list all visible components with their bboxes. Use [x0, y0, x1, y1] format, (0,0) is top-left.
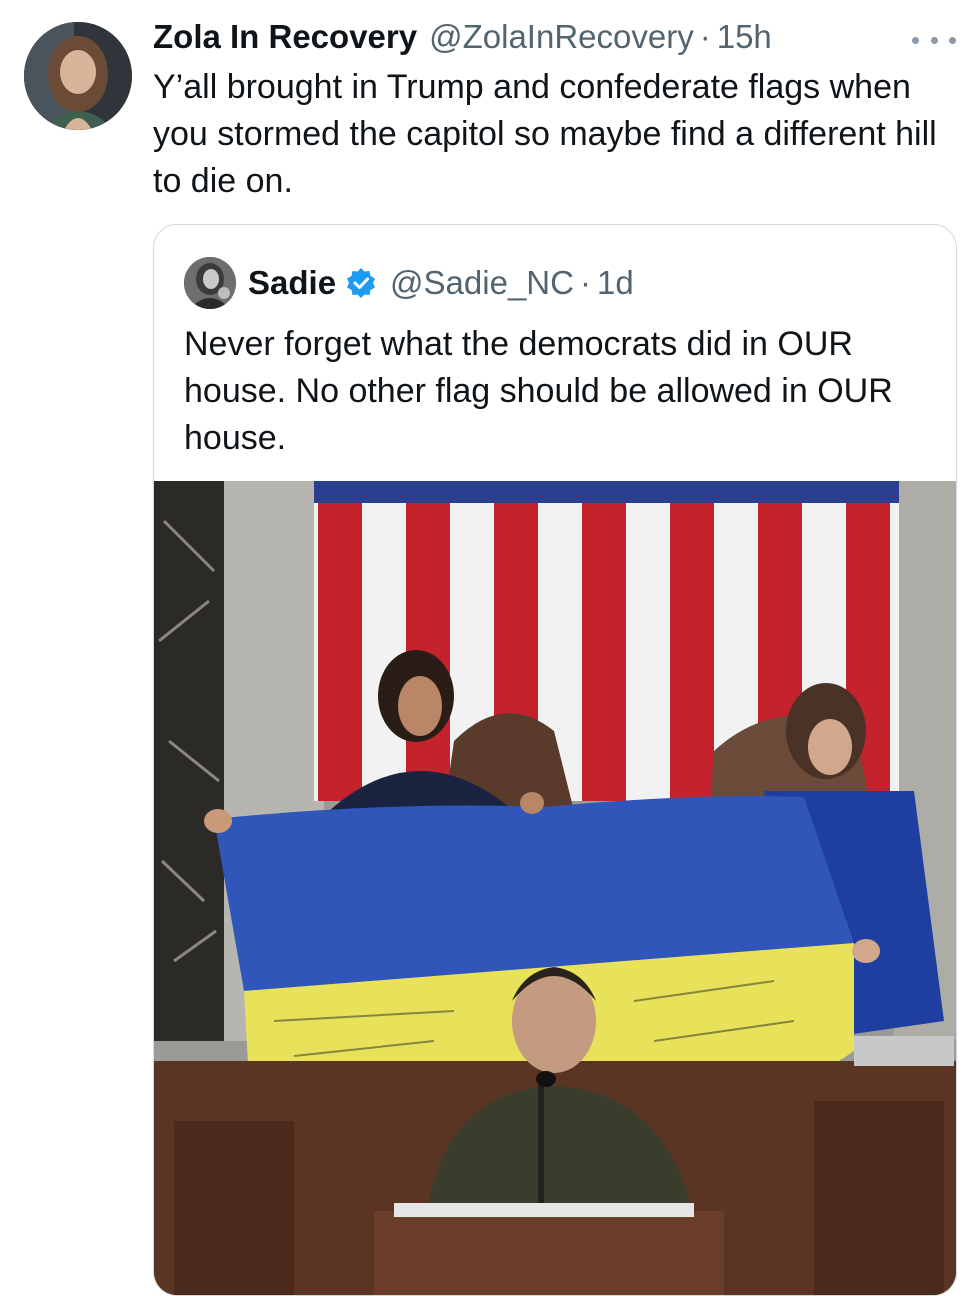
quoted-tweet-timestamp[interactable]: 1d: [597, 264, 634, 302]
author-handle[interactable]: @ZolaInRecovery: [429, 18, 694, 56]
quoted-author-avatar[interactable]: [184, 257, 236, 309]
tweet-header: Zola In Recovery @ZolaInRecovery · 15h: [153, 18, 772, 62]
author-avatar[interactable]: [24, 22, 132, 130]
quoted-author-handle[interactable]: @Sadie_NC: [390, 264, 574, 302]
quoted-tweet-header: Sadie @Sadie_NC · 1d: [248, 261, 634, 305]
author-display-name[interactable]: Zola In Recovery: [153, 18, 417, 56]
verified-badge-icon: [346, 268, 376, 298]
tweet-timestamp[interactable]: 15h: [717, 18, 772, 56]
quoted-tweet-photo[interactable]: [154, 481, 956, 1295]
quoted-separator-dot: ·: [579, 264, 591, 301]
quoted-author-display-name[interactable]: Sadie: [248, 264, 336, 302]
tweet[interactable]: Zola In Recovery @ZolaInRecovery · 15h Y…: [0, 0, 980, 1296]
quoted-tweet-text: Never forget what the democrats did in O…: [184, 325, 893, 457]
more-horizontal-icon[interactable]: [912, 28, 956, 52]
quoted-tweet[interactable]: Sadie @Sadie_NC · 1d Never forget what t…: [153, 224, 957, 1296]
separator-dot: ·: [699, 18, 711, 55]
tweet-text: Y’all brought in Trump and confederate f…: [153, 68, 937, 200]
